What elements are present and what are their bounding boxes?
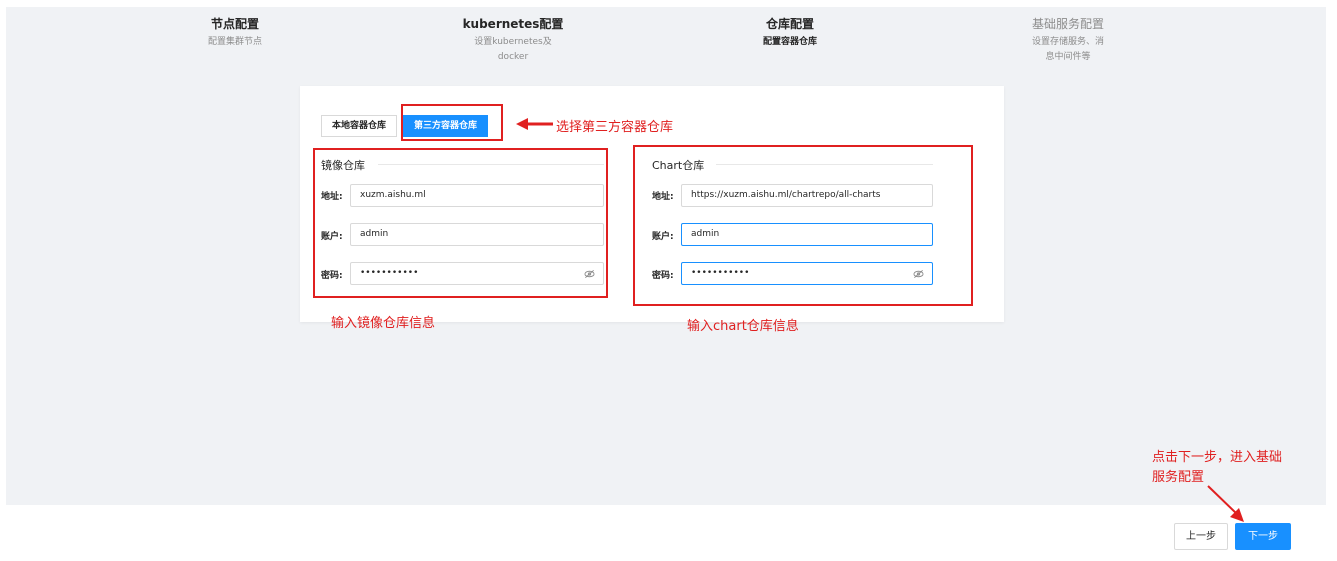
annotation-box-chart-repo: [633, 145, 973, 306]
page: 节点配置 配置集群节点 kubernetes配置 设置kubernetes及 d…: [0, 0, 1337, 561]
tab-local-registry[interactable]: 本地容器仓库: [321, 115, 398, 137]
annotation-chart-info: 输入chart仓库信息: [687, 319, 799, 334]
step-desc-line2: docker: [497, 52, 529, 62]
step-node-config: 节点配置 配置集群节点: [190, 16, 280, 50]
next-step-button[interactable]: 下一步: [1235, 523, 1291, 550]
step-desc-line2: 息中间件等: [1045, 52, 1091, 62]
step-desc: 配置容器仓库: [762, 37, 817, 47]
prev-step-button[interactable]: 上一步: [1174, 523, 1228, 550]
step-title: 仓库配置: [765, 17, 814, 31]
arrow-left-icon: [516, 118, 553, 130]
annotation-next-tip-line2: 服务配置: [1152, 470, 1205, 485]
annotation-next-tip-line1: 点击下一步，进入基础: [1152, 450, 1283, 465]
arrow-down-right-icon: [1207, 485, 1244, 522]
step-repo-config: 仓库配置 配置容器仓库: [745, 16, 835, 50]
annotation-box-tab: [401, 104, 503, 141]
step-desc-line1: 设置存储服务、消: [1031, 37, 1104, 47]
step-base-service-config: 基础服务配置 设置存储服务、消 息中间件等: [1018, 16, 1118, 65]
annotation-select-third: 选择第三方容器仓库: [556, 120, 674, 135]
step-desc: 配置集群节点: [207, 37, 262, 47]
annotation-image-info: 输入镜像仓库信息: [331, 316, 436, 331]
step-title: 节点配置: [210, 17, 259, 31]
step-desc-line1: 设置kubernetes及: [474, 37, 552, 47]
annotation-box-image-repo: [313, 148, 608, 298]
step-title: 基础服务配置: [1031, 17, 1104, 31]
step-title: kubernetes配置: [462, 17, 564, 31]
step-kubernetes-config: kubernetes配置 设置kubernetes及 docker: [458, 16, 568, 65]
